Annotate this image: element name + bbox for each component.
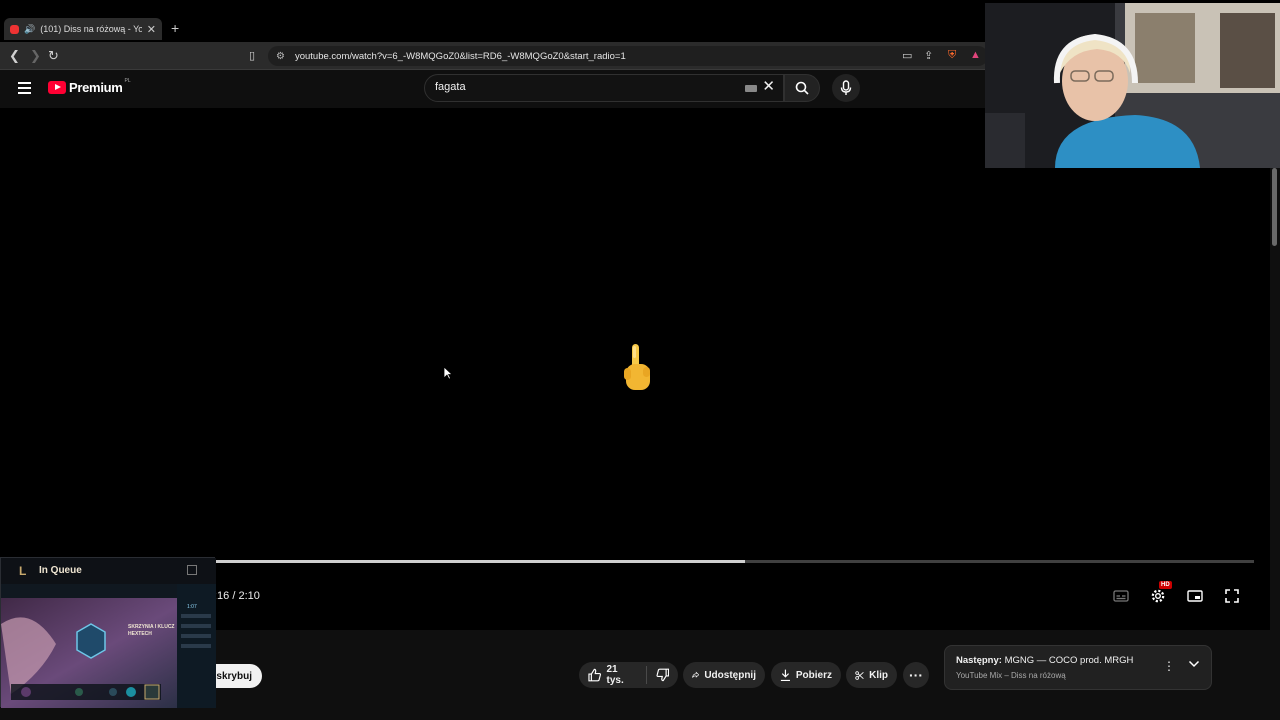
like-count[interactable]: 21 tys. [607, 664, 637, 686]
up-next-prefix: Następny: [956, 655, 1002, 666]
subtitles-icon [1113, 590, 1129, 602]
share-label: Udostępnij [704, 669, 756, 681]
video-player[interactable]: :16 / 2:10 HD [0, 108, 1270, 630]
miniplayer-button[interactable] [1184, 586, 1206, 606]
queue-header: L In Queue [1, 558, 216, 584]
clear-search-icon[interactable]: ✕ [762, 79, 775, 95]
youtube-premium-logo[interactable]: Premium PL [48, 77, 131, 95]
progress-bar[interactable] [216, 560, 1254, 563]
search-button[interactable] [784, 74, 820, 102]
mouse-cursor-icon [443, 366, 453, 380]
popout-icon[interactable] [187, 565, 197, 575]
subtitles-button[interactable] [1110, 586, 1132, 606]
url-text: youtube.com/watch?v=6_-W8MQGoZ0&list=RD6… [294, 50, 626, 62]
progress-fill [216, 560, 746, 563]
youtube-favicon-icon [10, 24, 19, 34]
queue-title: In Queue [39, 565, 82, 576]
microphone-icon [840, 80, 852, 95]
share-icon [692, 671, 700, 678]
share-button[interactable]: Udostępnij [683, 662, 765, 688]
search-icon [795, 81, 809, 95]
forward-icon[interactable]: ❯ [30, 48, 41, 64]
like-separator [645, 666, 647, 684]
close-tab-icon[interactable]: ✕ [147, 23, 156, 36]
banner-line1: SKRZYNIA I KLUCZ [128, 624, 174, 630]
download-label: Pobierz [795, 669, 832, 681]
up-next-card[interactable]: Następny: MGNG — COCO prod. MRGH YouTube… [944, 645, 1212, 690]
browser-tab-youtube[interactable]: 🔊 (101) Diss na różową - YouTube ✕ [4, 18, 162, 40]
download-button[interactable]: Pobierz [771, 662, 841, 688]
miniplayer-icon [1187, 590, 1203, 602]
tab-title: (101) Diss na różową - YouTube [40, 24, 142, 34]
game-client-preview: SKRZYNIA I KLUCZ HEXTECH 1:07 [1, 584, 216, 708]
thumbs-up-icon[interactable] [588, 668, 602, 682]
like-dislike-group: 21 tys. [579, 662, 678, 688]
new-tab-icon[interactable]: + [171, 20, 179, 36]
banner-line2: HEXTECH [128, 631, 152, 637]
up-next-subtitle: YouTube Mix – Diss na różową [956, 671, 1066, 680]
fullscreen-icon [1225, 589, 1239, 603]
queue-timer: 1:07 [187, 604, 197, 610]
more-horizontal-icon: ··· [909, 667, 923, 683]
menu-icon[interactable] [18, 82, 31, 94]
address-bar[interactable]: ⚙ youtube.com/watch?v=6_-W8MQGoZ0&list=R… [268, 46, 988, 66]
country-code: PL [124, 77, 131, 84]
more-vertical-icon[interactable]: ⋮ [1163, 659, 1175, 673]
up-next-line: Następny: MGNG — COCO prod. MRGH [956, 655, 1133, 666]
time-display: :16 / 2:10 [214, 590, 260, 602]
in-queue-overlay: L In Queue SKRZYNIA I KLUCZ HEXTECH 1:07 [0, 557, 216, 708]
reload-icon[interactable]: ↻ [48, 48, 59, 64]
client-screenshot: SKRZYNIA I KLUCZ HEXTECH 1:07 [1, 584, 216, 708]
download-icon [780, 669, 790, 682]
rewards-icon[interactable]: ▲ [970, 49, 981, 61]
clip-button[interactable]: Klip [846, 662, 897, 688]
chevron-down-icon[interactable] [1188, 660, 1200, 668]
share-page-icon[interactable]: ⇪ [924, 49, 933, 62]
league-logo: L [19, 564, 27, 578]
up-next-title: MGNG — COCO prod. MRGH [1004, 655, 1134, 666]
cast-icon[interactable]: ▭ [902, 49, 912, 62]
middle-finger-emoji-icon [624, 344, 650, 390]
bookmark-icon[interactable]: ▯ [249, 48, 255, 64]
gear-icon [1151, 589, 1165, 603]
scrollbar-thumb[interactable] [1272, 168, 1277, 246]
more-actions-button[interactable]: ··· [903, 662, 929, 688]
webcam-overlay [985, 3, 1280, 168]
voice-search-button[interactable] [832, 74, 860, 102]
settings-button[interactable] [1147, 586, 1169, 606]
search-input[interactable]: fagata [435, 81, 466, 93]
webcam-streamer-image [985, 3, 1280, 168]
clip-label: Klip [869, 669, 888, 681]
keyboard-icon[interactable] [745, 85, 757, 92]
back-icon[interactable]: ❮ [9, 48, 20, 64]
scissors-icon [855, 670, 864, 680]
thumbs-down-icon[interactable] [655, 668, 670, 682]
search-box[interactable]: fagata ✕ [424, 74, 784, 102]
brave-shield-icon[interactable]: ⛨ [948, 49, 956, 62]
hd-badge: HD [1159, 581, 1172, 589]
youtube-play-icon [48, 81, 66, 94]
site-info-icon[interactable]: ⚙ [276, 51, 285, 62]
logo-text: Premium [69, 80, 123, 95]
fullscreen-button[interactable] [1221, 586, 1243, 606]
speaker-icon[interactable]: 🔊 [24, 24, 35, 35]
